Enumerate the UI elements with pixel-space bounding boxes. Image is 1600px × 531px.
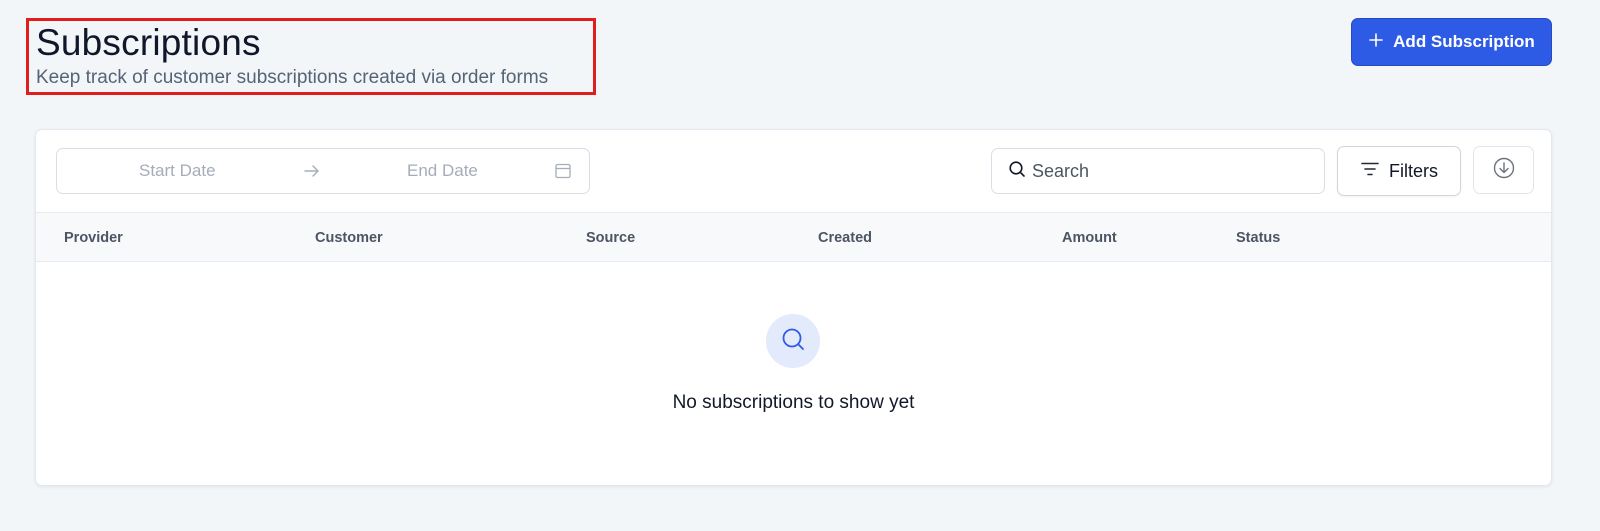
column-header-provider[interactable]: Provider [64,230,123,246]
date-range-picker[interactable]: Start Date End Date [56,148,590,194]
search-box[interactable] [991,148,1325,194]
search-input[interactable] [1032,160,1312,182]
toolbar: Start Date End Date Search Filters [36,130,1551,212]
column-header-source[interactable]: Source [586,230,635,246]
column-header-status[interactable]: Status [1236,230,1280,246]
page-subtitle: Keep track of customer subscriptions cre… [36,67,549,88]
download-button[interactable] [1473,146,1534,194]
empty-state: No subscriptions to show yet [36,262,1551,485]
subscriptions-page: Subscriptions Keep track of customer sub… [0,0,1600,531]
download-circle-icon [1493,157,1515,184]
table-header: Provider Customer Source Created Amount … [36,212,1551,262]
filters-label: Filters [1389,160,1438,181]
page-title: Subscriptions [36,22,261,63]
plus-icon [1368,32,1384,53]
search-icon [1008,160,1026,183]
empty-state-message: No subscriptions to show yet [672,392,915,413]
filters-button[interactable]: Filters [1337,146,1461,196]
subscriptions-card: Start Date End Date Search Filters Provi… [35,129,1552,486]
search-icon [780,326,806,357]
end-date-field[interactable]: End Date [407,161,478,181]
column-header-amount[interactable]: Amount [1062,230,1117,246]
column-header-customer[interactable]: Customer [315,230,383,246]
page-header: Subscriptions Keep track of customer sub… [26,18,596,95]
start-date-field[interactable]: Start Date [139,161,216,181]
calendar-icon [555,163,571,179]
column-header-created[interactable]: Created [818,230,872,246]
empty-state-icon [766,314,820,368]
add-subscription-button[interactable]: Add Subscription [1351,18,1552,66]
filter-lines-icon [1360,159,1380,184]
add-subscription-label: Add Subscription [1393,32,1535,51]
arrow-right-icon [304,165,319,177]
